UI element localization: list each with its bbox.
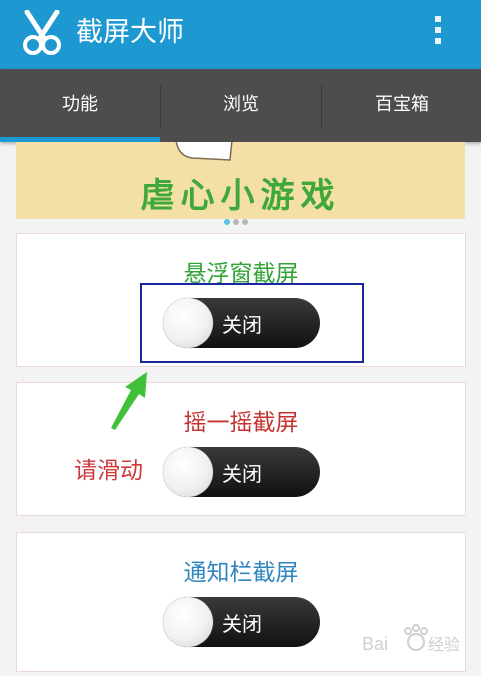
feature-title: 通知栏截屏 [183, 560, 299, 586]
carousel-indicator [224, 210, 251, 229]
promo-banner[interactable]: 虐心小游戏 [16, 142, 465, 219]
tab-bar: 功能 浏览 百宝箱 [0, 69, 481, 142]
baidu-watermark: Bai 经验 [362, 624, 460, 654]
overflow-menu-icon[interactable] [430, 16, 446, 52]
swipe-hint: 请滑动 [74, 458, 143, 484]
toggle-knob [163, 447, 213, 497]
notification-screenshot-toggle[interactable]: 关闭 [163, 597, 320, 647]
svg-text:Bai: Bai [362, 634, 388, 654]
carousel-dot [242, 219, 248, 225]
app-bar: 截屏大师 [0, 0, 481, 69]
tab-browse[interactable]: 浏览 [161, 69, 321, 142]
tab-features[interactable]: 功能 [0, 69, 160, 142]
highlight-box [140, 283, 364, 363]
svg-text:经验: 经验 [428, 635, 460, 654]
scissors-logo-icon [23, 10, 61, 55]
arrow-up-right-icon [111, 372, 147, 430]
toggle-knob [163, 597, 213, 647]
toggle-label: 关闭 [222, 462, 262, 486]
carousel-dot [224, 219, 230, 225]
tab-toolbox[interactable]: 百宝箱 [322, 69, 481, 142]
carousel-dot [233, 219, 239, 225]
toggle-label: 关闭 [222, 612, 262, 636]
app-title: 截屏大师 [76, 17, 184, 48]
feature-card-shake: 摇一摇截屏 关闭 [16, 382, 466, 516]
feature-title: 摇一摇截屏 [183, 410, 299, 436]
shake-screenshot-toggle[interactable]: 关闭 [163, 447, 320, 497]
cartoon-icon [175, 142, 233, 161]
